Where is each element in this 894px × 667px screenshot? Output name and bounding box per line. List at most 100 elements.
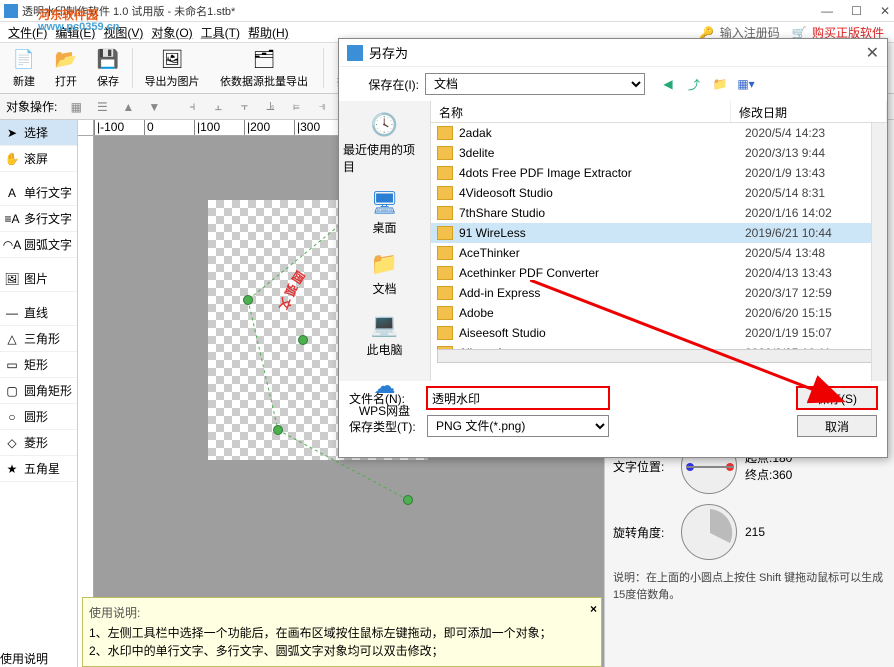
help-box: × 使用说明: 1、左侧工具栏中选择一个功能后，在画布区域按住鼠标左键拖动，即可…	[82, 597, 602, 667]
nav-newfolder-icon[interactable]: 📁	[709, 74, 731, 94]
sidebar-footer[interactable]: 使用说明	[0, 650, 78, 667]
dialog-title: 另存为	[369, 43, 866, 62]
file-list-header[interactable]: 名称 修改日期	[431, 101, 887, 123]
tool-text[interactable]: A单行文字	[0, 180, 77, 206]
tool-star[interactable]: ★五角星	[0, 456, 77, 482]
filename-label: 文件名(N):	[349, 390, 419, 407]
open-button[interactable]: 📂打开	[46, 45, 86, 91]
handle-icon[interactable]	[273, 425, 283, 435]
tool-multitext[interactable]: ≡A多行文字	[0, 206, 77, 232]
minimize-button[interactable]: —	[821, 4, 833, 18]
file-row[interactable]: 2adak2020/5/4 14:23	[431, 123, 887, 143]
tool-arctext[interactable]: ◠A圆弧文字	[0, 232, 77, 258]
arctext-icon: ◠A	[4, 237, 20, 253]
maximize-button[interactable]: ☐	[851, 4, 862, 18]
op-layer-icon[interactable]: ▦	[65, 97, 87, 117]
handle-icon[interactable]	[403, 495, 413, 505]
place-desktop[interactable]: 🖥桌面	[339, 183, 430, 242]
nav-back-icon[interactable]: ◀	[657, 74, 679, 94]
export-icon: 🖼	[160, 47, 184, 71]
open-icon: 📂	[54, 47, 78, 71]
nav-up-icon[interactable]: ⤴	[683, 74, 705, 94]
title-bar: 透明水印制作软件 1.0 试用版 - 未命名1.stb* — ☐ ✕	[0, 0, 894, 22]
file-list[interactable]: 名称 修改日期 2adak2020/5/4 14:233delite2020/3…	[431, 101, 887, 381]
tool-triangle[interactable]: △三角形	[0, 326, 77, 352]
col-name[interactable]: 名称	[431, 101, 731, 122]
place-documents[interactable]: 📁文档	[339, 244, 430, 303]
file-row[interactable]: Adobe2020/6/20 15:15	[431, 303, 887, 323]
folder-icon	[437, 126, 453, 140]
places-bar: 🕓最近使用的项目 🖥桌面 📁文档 💻此电脑 ☁WPS网盘	[339, 101, 431, 381]
op-align-bot-icon[interactable]: ⫣	[311, 97, 333, 117]
place-thispc[interactable]: 💻此电脑	[339, 305, 430, 364]
tool-label: 矩形	[24, 356, 48, 373]
op-align-mid-icon[interactable]: ⫢	[285, 97, 307, 117]
new-icon: 📄	[12, 47, 36, 71]
handle-icon[interactable]	[298, 335, 308, 345]
menu-tool[interactable]: 工具(T)	[199, 24, 242, 41]
tool-diamond[interactable]: ◇菱形	[0, 430, 77, 456]
export-image-button[interactable]: 🖼导出为图片	[137, 45, 207, 91]
batch-export-button[interactable]: 🗂依数据源批量导出	[209, 45, 319, 91]
col-date[interactable]: 修改日期	[731, 101, 887, 122]
tool-label: 直线	[24, 304, 48, 321]
menu-object[interactable]: 对象(O)	[149, 24, 194, 41]
filename-input[interactable]	[427, 387, 609, 409]
op-front-icon[interactable]: ▲	[117, 97, 139, 117]
file-row[interactable]: Acethinker PDF Converter2020/4/13 13:43	[431, 263, 887, 283]
tool-label: 单行文字	[24, 184, 72, 201]
file-row[interactable]: 4dots Free PDF Image Extractor2020/1/9 1…	[431, 163, 887, 183]
file-row[interactable]: Add-in Express2020/3/17 12:59	[431, 283, 887, 303]
help-close-button[interactable]: ×	[590, 600, 597, 618]
file-row[interactable]: AceThinker2020/5/4 13:48	[431, 243, 887, 263]
save-button[interactable]: 保存(S)	[797, 387, 877, 409]
v-scrollbar[interactable]	[871, 123, 887, 381]
file-row[interactable]: 3delite2020/3/13 9:44	[431, 143, 887, 163]
op-layers-icon[interactable]: ☰	[91, 97, 113, 117]
folder-icon	[437, 146, 453, 160]
circle-icon: ○	[4, 409, 20, 425]
file-date: 2020/3/17 12:59	[745, 286, 832, 300]
tool-rect[interactable]: ▭矩形	[0, 352, 77, 378]
tool-image[interactable]: 🖼图片	[0, 266, 77, 292]
tool-label: 多行文字	[24, 210, 72, 227]
file-row[interactable]: 91 WireLess2019/6/21 10:44	[431, 223, 887, 243]
op-back-icon[interactable]: ▼	[143, 97, 165, 117]
file-date: 2020/3/13 9:44	[745, 146, 825, 160]
file-name: Add-in Express	[459, 286, 745, 300]
save-button[interactable]: 💾保存	[88, 45, 128, 91]
handle-icon[interactable]	[243, 295, 253, 305]
close-button[interactable]: ✕	[880, 4, 890, 18]
tool-label: 圆形	[24, 408, 48, 425]
file-row[interactable]: 7thShare Studio2020/1/16 14:02	[431, 203, 887, 223]
tool-cursor[interactable]: ➤选择	[0, 120, 77, 146]
new-button[interactable]: 📄新建	[4, 45, 44, 91]
nav-view-icon[interactable]: ▦▾	[735, 74, 757, 94]
h-scrollbar[interactable]	[437, 349, 881, 363]
folder-icon	[437, 226, 453, 240]
ruler-vertical	[78, 136, 94, 667]
site-watermark: 河东软件园 www.pc0359.cn	[38, 2, 120, 33]
tool-roundrect[interactable]: ▢圆角矩形	[0, 378, 77, 404]
op-align-right-icon[interactable]: ⫟	[233, 97, 255, 117]
documents-icon: 📁	[369, 250, 401, 278]
savein-select[interactable]: 文档	[425, 73, 645, 95]
file-date: 2020/1/19 15:07	[745, 326, 832, 340]
menu-help[interactable]: 帮助(H)	[246, 24, 291, 41]
op-align-center-icon[interactable]: ⫠	[207, 97, 229, 117]
filetype-select[interactable]: PNG 文件(*.png)	[427, 415, 609, 437]
tool-line[interactable]: —直线	[0, 300, 77, 326]
hand-icon: ✋	[4, 151, 20, 167]
file-row[interactable]: 4Videosoft Studio2020/5/14 8:31	[431, 183, 887, 203]
pos-end-value: 终点:360	[745, 466, 792, 483]
dialog-close-button[interactable]: ✕	[866, 43, 879, 63]
cancel-button[interactable]: 取消	[797, 415, 877, 437]
rotation-dial[interactable]	[681, 504, 737, 560]
op-align-left-icon[interactable]: ⫞	[181, 97, 203, 117]
file-row[interactable]: Aiseesoft Studio2020/1/19 15:07	[431, 323, 887, 343]
op-align-top-icon[interactable]: ⫡	[259, 97, 281, 117]
tool-circle[interactable]: ○圆形	[0, 404, 77, 430]
svg-text:圆 弧 文: 圆 弧 文	[276, 268, 307, 313]
tool-hand[interactable]: ✋滚屏	[0, 146, 77, 172]
place-recent[interactable]: 🕓最近使用的项目	[339, 105, 430, 181]
